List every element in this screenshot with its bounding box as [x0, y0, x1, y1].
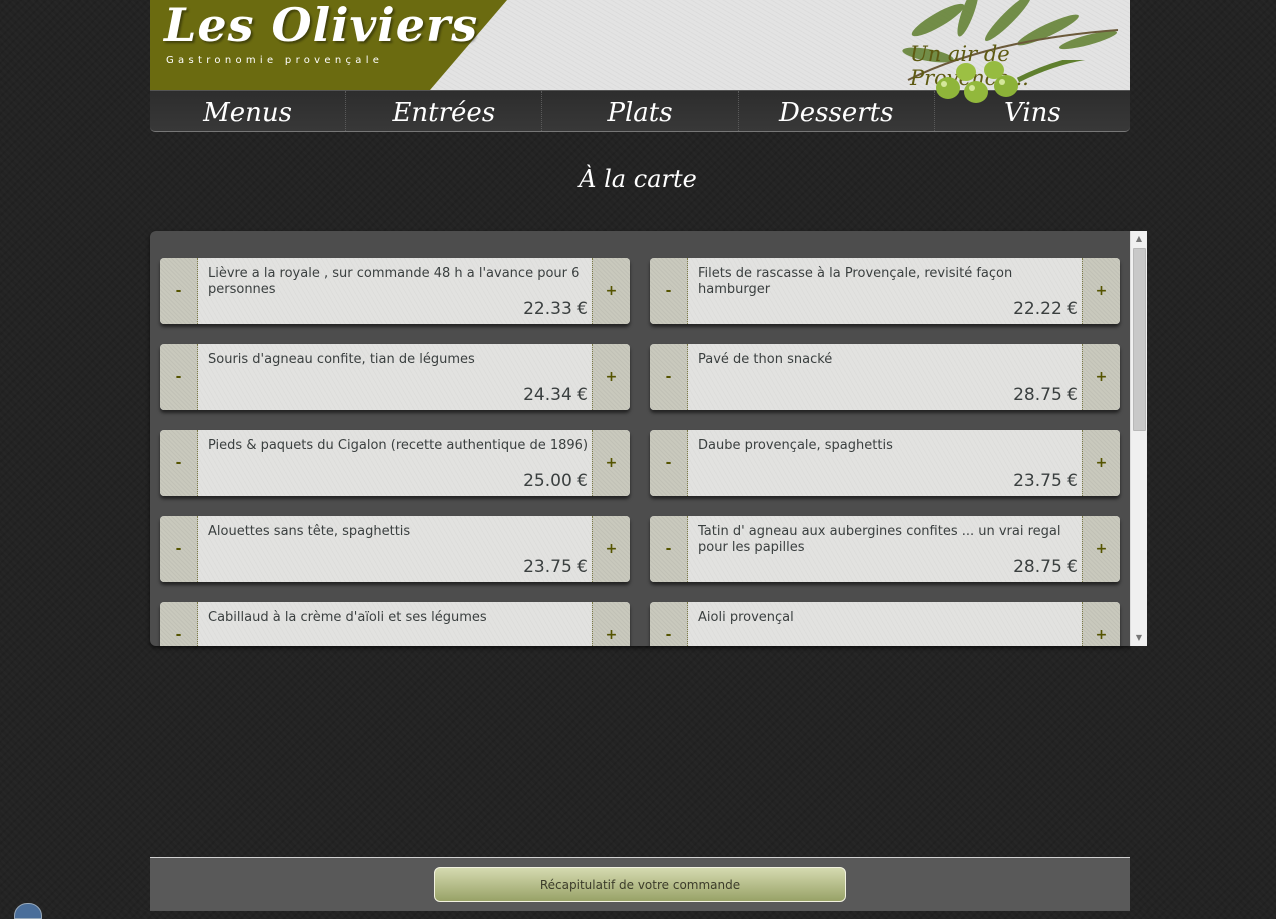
item-name: Alouettes sans tête, spaghettis: [208, 524, 411, 539]
item-name: Filets de rascasse à la Provençale, revi…: [698, 266, 1013, 297]
increase-button[interactable]: +: [1082, 258, 1120, 324]
item-name: Aioli provençal: [698, 610, 794, 625]
menu-item-card: - Lièvre a la royale , sur commande 48 h…: [160, 258, 630, 324]
increase-button[interactable]: +: [592, 344, 630, 410]
decrease-button[interactable]: -: [650, 602, 688, 646]
menu-items-panel[interactable]: - Lièvre a la royale , sur commande 48 h…: [150, 231, 1130, 646]
item-price: 23.75 €: [523, 557, 588, 577]
item-price: 28.75 €: [1013, 557, 1078, 577]
menu-item-card: - Pieds & paquets du Cigalon (recette au…: [160, 430, 630, 496]
tagline: Un air de Provence...: [910, 42, 1029, 90]
item-name: Pieds & paquets du Cigalon (recette auth…: [208, 438, 589, 453]
item-price: 23.75 €: [1013, 471, 1078, 491]
nav-item-vins[interactable]: Vins: [935, 91, 1130, 131]
decrease-button[interactable]: -: [160, 344, 198, 410]
decrease-button[interactable]: -: [650, 430, 688, 496]
menu-item-card: - Tatin d' agneau aux aubergines confite…: [650, 516, 1120, 582]
menu-item-card: - Aioli provençal +: [650, 602, 1120, 646]
logo-subtitle: Gastronomie provençale: [166, 55, 384, 66]
page-title: À la carte: [579, 165, 697, 193]
increase-button[interactable]: +: [592, 516, 630, 582]
increase-button[interactable]: +: [1082, 430, 1120, 496]
increase-button[interactable]: +: [1082, 602, 1120, 646]
scrollbar-thumb[interactable]: [1133, 248, 1146, 431]
increase-button[interactable]: +: [592, 602, 630, 646]
scroll-up-icon[interactable]: ▲: [1131, 231, 1147, 247]
increase-button[interactable]: +: [592, 430, 630, 496]
menu-item-card: - Pavé de thon snacké 28.75 € +: [650, 344, 1120, 410]
item-name: Lièvre a la royale , sur commande 48 h a…: [208, 266, 580, 297]
menu-item-card: - Cabillaud à la crème d'aïoli et ses lé…: [160, 602, 630, 646]
item-price: 28.75 €: [1013, 385, 1078, 405]
item-name: Souris d'agneau confite, tian de légumes: [208, 352, 475, 367]
menu-item-card: - Daube provençale, spaghettis 23.75 € +: [650, 430, 1120, 496]
item-name: Cabillaud à la crème d'aïoli et ses légu…: [208, 610, 487, 625]
increase-button[interactable]: +: [1082, 344, 1120, 410]
main-nav: Menus Entrées Plats Desserts Vins: [150, 90, 1130, 132]
site-header: Les Oliviers Gastronomie provençale Un a…: [150, 0, 1130, 90]
scroll-down-icon[interactable]: ▼: [1131, 630, 1147, 646]
panel-scrollbar[interactable]: ▲ ▼: [1130, 231, 1147, 646]
nav-item-menus[interactable]: Menus: [150, 91, 347, 131]
decrease-button[interactable]: -: [160, 430, 198, 496]
menu-item-card: - Souris d'agneau confite, tian de légum…: [160, 344, 630, 410]
order-summary-button[interactable]: Récapitulatif de votre commande: [434, 867, 846, 902]
item-name: Daube provençale, spaghettis: [698, 438, 893, 453]
decrease-button[interactable]: -: [160, 258, 198, 324]
item-name: Pavé de thon snacké: [698, 352, 833, 367]
menu-item-card: - Alouettes sans tête, spaghettis 23.75 …: [160, 516, 630, 582]
decrease-button[interactable]: -: [650, 344, 688, 410]
item-price: 22.22 €: [1013, 299, 1078, 319]
menu-item-card: - Filets de rascasse à la Provençale, re…: [650, 258, 1120, 324]
item-price: 22.33 €: [523, 299, 588, 319]
decrease-button[interactable]: -: [160, 516, 198, 582]
logo-title[interactable]: Les Oliviers: [164, 0, 478, 52]
item-price: 24.34 €: [523, 385, 588, 405]
increase-button[interactable]: +: [592, 258, 630, 324]
nav-item-desserts[interactable]: Desserts: [739, 91, 935, 131]
corner-widget-icon[interactable]: [14, 903, 42, 919]
nav-item-plats[interactable]: Plats: [542, 91, 739, 131]
nav-item-entrees[interactable]: Entrées: [346, 91, 543, 131]
decrease-button[interactable]: -: [650, 258, 688, 324]
menu-items-grid: - Lièvre a la royale , sur commande 48 h…: [160, 258, 1120, 646]
order-footer: Récapitulatif de votre commande: [150, 857, 1130, 911]
item-name: Tatin d' agneau aux aubergines confites …: [698, 524, 1061, 555]
increase-button[interactable]: +: [1082, 516, 1120, 582]
decrease-button[interactable]: -: [160, 602, 198, 646]
decrease-button[interactable]: -: [650, 516, 688, 582]
item-price: 25.00 €: [523, 471, 588, 491]
